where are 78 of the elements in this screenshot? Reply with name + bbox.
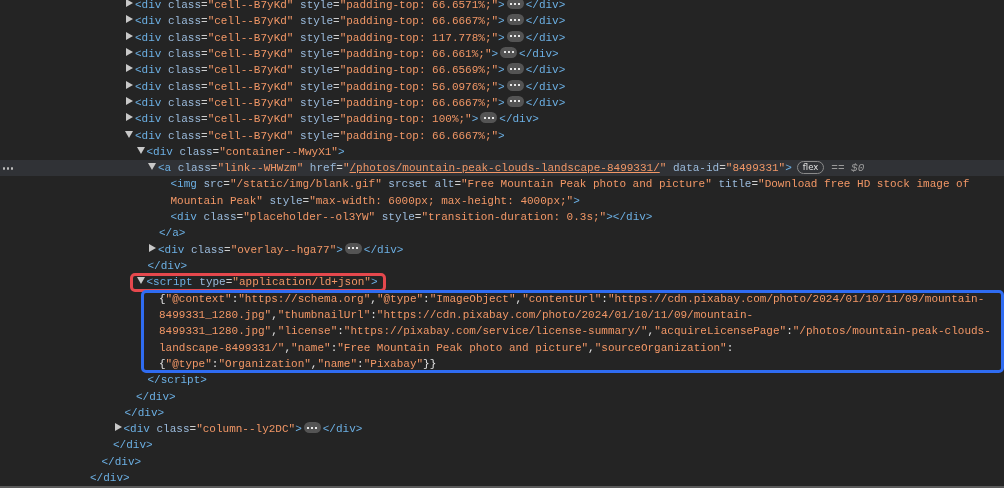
tag-text: </script>	[147, 374, 207, 387]
expand-arrow-icon[interactable]	[126, 113, 133, 122]
tree-row[interactable]: <div class="cell--B7yKd" style="padding-top: 66.661%;"> </div>	[0, 45, 1004, 63]
tree-row[interactable]: <div class="cell--B7yKd" style="padding-top: 66.6667%;">	[0, 127, 1004, 144]
tag-text: <div class="cell--B7yKd" style="padding-top: 66.6571%;">	[135, 0, 505, 11]
tree-row[interactable]: <script type="application/ld+json">	[0, 274, 1004, 291]
tag-text: <div class="overlay--hga77">	[158, 243, 343, 256]
tag-text: <div class="cell--B7yKd" style="padding-top: 100%;">	[135, 113, 479, 126]
script-text: {"@context":"https://schema.org","@type":"ImageObject","contentUrl":"https://cdn.pixabay.com/photo/2024/01/10/11/09/mountain-8499331_1280.jpg","thumbnailUrl":"https://cdn.pixabay.com/photo/2024/01/10/11/09/mountain-8499331_1280.jpg","license":"https://pixabay.com/service/license-summary/","acquireLicensePage":"/photos/mountain-peak-clouds-landscape-8499331/","name":"Free Mountain Peak photo and picture","sourceOrganization": {"@type":"Organization","name":"Pixabay"}}	[159, 292, 991, 370]
ellipsis-icon[interactable]	[500, 46, 518, 58]
tag-text: <div class="cell--B7yKd" style="padding-top: 117.778%;">	[135, 31, 505, 44]
tag-text: <script type="application/ld+json">	[146, 276, 378, 289]
tree-row[interactable]: <div class="cell--B7yKd" style="padding-top: 66.6667%;"> </div>	[0, 94, 1004, 112]
tag-text: </div>	[525, 80, 566, 93]
ellipsis-icon[interactable]	[344, 242, 362, 254]
tag-text: <div class="column--ly2DC">	[123, 423, 302, 436]
ellipsis-icon[interactable]	[506, 79, 524, 91]
expand-arrow-icon[interactable]	[126, 47, 133, 56]
tag-text: <div class="cell--B7yKd" style="padding-top: 66.6569%;">	[135, 64, 505, 77]
tree-row[interactable]: <div class="cell--B7yKd" style="padding-top: 66.6667%;"> </div>	[0, 13, 1004, 30]
expand-arrow-icon[interactable]	[126, 64, 133, 73]
tag-text: </div>	[499, 113, 539, 126]
tree-row[interactable]: <div class="cell--B7yKd" style="padding-top: 66.6571%;"> </div>	[0, 0, 1004, 14]
expand-arrow-icon[interactable]	[126, 15, 133, 24]
tag-text: <div class="cell--B7yKd" style="padding-top: 56.0976%;">	[135, 80, 505, 93]
tag-text: </div>	[525, 64, 566, 77]
tree-row[interactable]: <div class="cell--B7yKd" style="padding-top: 66.6569%;"> </div>	[0, 62, 1004, 79]
tag-text: <div class="cell--B7yKd" style="padding-top: 66.6667%;">	[135, 15, 505, 28]
tag-text: </div>	[612, 211, 653, 224]
tag-text: <div class="cell--B7yKd" style="padding-top: 66.661%;">	[135, 47, 499, 60]
ellipsis-icon[interactable]	[506, 0, 524, 9]
collapse-arrow-icon[interactable]	[136, 146, 145, 154]
more-icon[interactable]	[2, 167, 14, 171]
expand-arrow-icon[interactable]	[126, 0, 133, 7]
tag-text: <div class="container--MwyX1">	[146, 145, 345, 158]
tag-text: </a>	[159, 227, 186, 240]
tree-row[interactable]: <a class="link--WHWzm" href="/photos/mountain-peak-clouds-landscape-8499331/" data-id="8499331"> flex == $0	[0, 160, 1004, 177]
tag-text: </div>	[363, 243, 404, 256]
tag-text: </div>	[322, 423, 363, 436]
ellipsis-icon[interactable]	[506, 63, 524, 75]
tag-text: <div class="placeholder--ol3YW" style="transition-duration: 0.3s;">	[170, 211, 613, 224]
tag-text: </div>	[136, 390, 176, 403]
tag-text: </div>	[90, 472, 130, 485]
ellipsis-icon[interactable]	[506, 30, 524, 42]
collapse-arrow-icon[interactable]	[136, 277, 145, 285]
tree-row[interactable]: <div class="container--MwyX1">	[0, 143, 1004, 161]
expand-arrow-icon[interactable]	[114, 423, 122, 432]
tag-text: </div>	[113, 439, 153, 452]
tag-text: <img src="/static/img/blank.gif" srcset alt="Free Mountain Peak photo and picture" title="Download free HD stock image of Mountain Peak" style="max-width: 6000px; max-height: 4000px;">	[170, 178, 971, 207]
tag-text: </div>	[525, 96, 566, 109]
expand-arrow-icon[interactable]	[149, 243, 156, 252]
collapse-arrow-icon[interactable]	[148, 163, 156, 171]
collapse-arrow-icon[interactable]	[125, 130, 133, 138]
tag-text: </div>	[525, 31, 566, 44]
tree-row[interactable]: <div class="overlay--hga77"> </div>	[0, 241, 1004, 258]
tree-row[interactable]: <div class="column--ly2DC"> </div>	[0, 421, 1004, 438]
tag-text: </div>	[124, 406, 165, 419]
ellipsis-icon[interactable]	[303, 422, 321, 434]
expand-arrow-icon[interactable]	[126, 31, 133, 40]
tag-text: <a class="link--WHWzm" href="/photos/mountain-peak-clouds-landscape-8499331/" data-id="8499331">	[158, 162, 792, 175]
tree-row[interactable]: <div class="cell--B7yKd" style="padding-top: 117.778%;"> </div>	[0, 29, 1004, 46]
tag-text: </div>	[519, 47, 559, 60]
tree-row[interactable]: <div class="cell--B7yKd" style="padding-top: 56.0976%;"> </div>	[0, 78, 1004, 95]
tree-row[interactable]: <div class="placeholder--ol3YW" style="transition-duration: 0.3s;"></div>	[0, 209, 1004, 226]
ellipsis-icon[interactable]	[506, 95, 524, 107]
tag-text: <div class="cell--B7yKd" style="padding-top: 66.6667%;">	[135, 129, 505, 142]
tree-row[interactable]: <div class="cell--B7yKd" style="padding-top: 100%;"> </div>	[0, 111, 1004, 128]
tag-text: </div>	[101, 455, 142, 468]
expand-arrow-icon[interactable]	[126, 96, 133, 105]
ellipsis-icon[interactable]	[506, 14, 524, 26]
tag-text: </div>	[147, 260, 188, 272]
tag-text: <div class="cell--B7yKd" style="padding-top: 66.6667%;">	[135, 96, 505, 109]
tag-text: </div>	[525, 15, 566, 28]
ellipsis-icon[interactable]	[480, 112, 498, 124]
tree-row[interactable]: <img src="/static/img/blank.gif" srcset alt="Free Mountain Peak photo and picture" title="Download free HD stock image of Mountain Peak" style="max-width: 6000px; max-height: 4000px;">	[0, 176, 1004, 210]
tag-text: </div>	[525, 0, 566, 11]
node-reference: == $0	[831, 162, 865, 175]
expand-arrow-icon[interactable]	[126, 80, 133, 89]
